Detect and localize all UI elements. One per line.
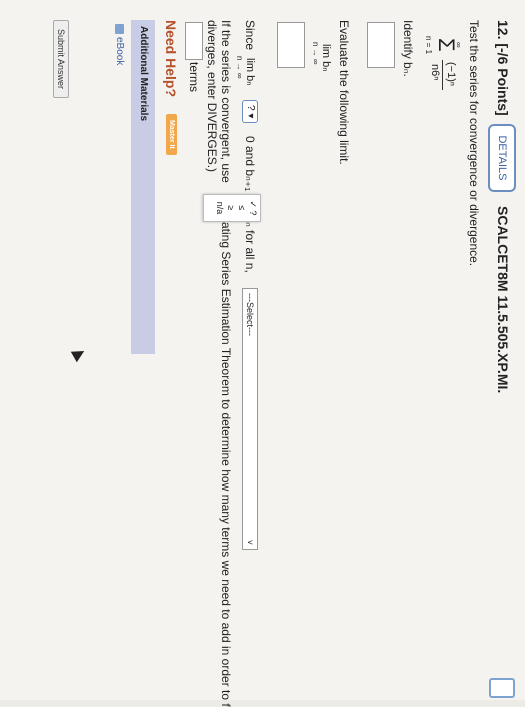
series-numerator: (−1)ⁿ [445, 62, 457, 86]
limit-answer-input[interactable] [277, 22, 305, 68]
additional-materials-header: Additional Materials [131, 20, 155, 354]
popup-option[interactable]: n/a [214, 195, 225, 221]
submit-answer-button[interactable]: Submit Answer [53, 20, 69, 99]
question-header: 12. [-/6 Points] DETAILS SCALCET8M 11.5.… [487, 20, 517, 700]
terms-label: terms [187, 62, 201, 92]
lim-subscript: n → ∞ [311, 42, 320, 65]
master-it-button[interactable]: Master It [166, 114, 177, 155]
question-code: SCALCET8M 11.5.505.XP.MI. [495, 206, 511, 394]
ebook-label: eBook [114, 37, 125, 66]
question-number: 12. [495, 20, 511, 40]
since-lim-expression: lim bₙ [244, 58, 256, 86]
identify-label: Identify bₙ. [401, 20, 415, 77]
diverges-instruction: diverges, enter DIVERGES.) [205, 20, 219, 173]
inequality-options-popup[interactable]: ✓ ? ≤ ≥ n/a [203, 194, 261, 222]
popup-option[interactable]: ✓ ? [247, 195, 258, 221]
lim-expression: lim bₙ [320, 44, 332, 72]
terms-answer-input[interactable] [185, 22, 203, 60]
since-middle-text: 0 and bₙ₊₁ [243, 136, 257, 192]
screen-frame: 12. [-/6 Points] DETAILS SCALCET8M 11.5.… [0, 0, 525, 707]
conclusion-select[interactable]: ---Select--- ˅ [242, 288, 258, 550]
since-tail-text: ₙ for all n, [243, 222, 257, 273]
series-fraction-bar [442, 60, 443, 90]
series-lower-limit: n = 1 [424, 36, 433, 55]
question-points: [-/6 Points] [495, 43, 511, 116]
conclusion-select-value: ---Select--- [245, 293, 255, 336]
details-button[interactable]: DETAILS [488, 124, 516, 192]
sigma-symbol: Σ [434, 38, 459, 52]
convergent-instruction-a: If the series is convergent, use [219, 20, 233, 183]
ebook-link[interactable]: eBook [114, 24, 125, 65]
mouse-cursor-icon [70, 345, 88, 363]
evaluate-label: Evaluate the following limit. [337, 20, 351, 165]
convergent-instruction-b: ating Series Estimation Theorem to deter… [219, 222, 233, 707]
question-prompt: Test the series for convergence or diver… [467, 20, 481, 267]
comparison-dropdown[interactable]: ? ▾ [242, 100, 258, 124]
popup-option[interactable]: ≤ [236, 195, 247, 221]
chevron-down-icon: ˅ [245, 539, 255, 545]
rotated-page: 12. [-/6 Points] DETAILS SCALCET8M 11.5.… [0, 0, 525, 707]
bn-answer-input[interactable] [367, 22, 395, 68]
question-number-points: 12. [-/6 Points] [495, 20, 511, 116]
series-denominator: n6ⁿ [429, 64, 441, 81]
book-icon [115, 24, 125, 34]
corner-toggle-box[interactable] [489, 678, 515, 698]
need-help-label: Need Help? [163, 20, 179, 98]
since-label: Since [243, 20, 257, 51]
since-lim-subscript: n → ∞ [235, 56, 244, 79]
popup-option[interactable]: ≥ [225, 195, 236, 221]
